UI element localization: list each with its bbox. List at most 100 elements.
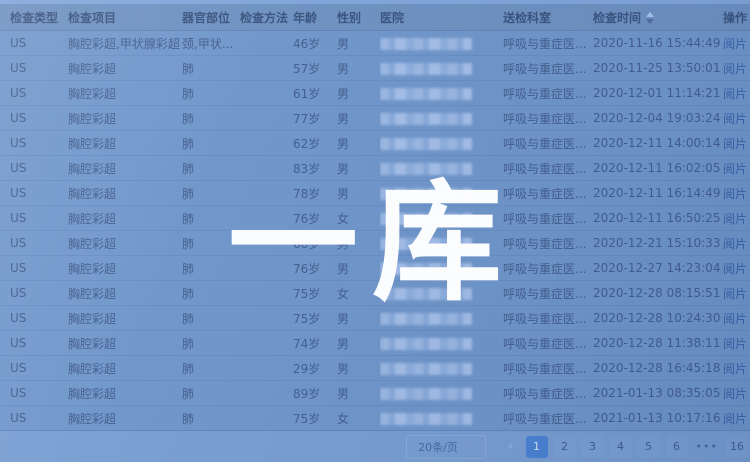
page-button[interactable]: 16 bbox=[726, 436, 748, 458]
page-button[interactable]: 6 bbox=[666, 436, 688, 458]
view-film-link[interactable]: 阅片 bbox=[723, 262, 747, 276]
cell-gender: 男 bbox=[337, 331, 380, 356]
table-row: US 胸腔彩超 肺 57岁 男 呼吸与重症医... 2020-11-25 13:… bbox=[0, 56, 750, 81]
col-header-organ: 器官部位 bbox=[182, 4, 240, 31]
table-row: US 胸腔彩超 肺 76岁 男 呼吸与重症医... 2020-12-27 14:… bbox=[0, 256, 750, 281]
view-film-link[interactable]: 阅片 bbox=[723, 112, 747, 126]
view-film-link[interactable]: 阅片 bbox=[723, 362, 747, 376]
page-button[interactable]: 4 bbox=[610, 436, 632, 458]
cell-exam-type: US bbox=[0, 356, 68, 381]
cell-hospital bbox=[380, 156, 503, 181]
view-film-link[interactable]: 阅片 bbox=[723, 312, 747, 326]
hospital-redacted-blur bbox=[380, 163, 472, 175]
view-film-link[interactable]: 阅片 bbox=[723, 212, 747, 226]
table-row: US 胸腔彩超 肺 66岁 男 呼吸与重症医... 2020-12-21 15:… bbox=[0, 231, 750, 256]
cell-organ: 肺 bbox=[182, 131, 240, 156]
cell-gender: 男 bbox=[337, 231, 380, 256]
cell-organ: 肺 bbox=[182, 281, 240, 306]
cell-hospital bbox=[380, 231, 503, 256]
table-row: US 胸腔彩超 肺 29岁 男 呼吸与重症医... 2020-12-28 16:… bbox=[0, 356, 750, 381]
cell-exam-item: 胸腔彩超 bbox=[68, 331, 182, 356]
cell-exam-time: 2020-11-16 15:44:49 bbox=[593, 31, 723, 56]
pagination-bar: 20条/页 ‹ 1 2 3 4 5 6 ••• 16 bbox=[0, 430, 750, 462]
page-button[interactable]: 2 bbox=[554, 436, 576, 458]
cell-exam-item: 胸腔彩超 bbox=[68, 206, 182, 231]
exam-table: 检查类型 检查项目 器官部位 检查方法 年龄 性别 医院 送检科室 检查时间 操… bbox=[0, 4, 750, 431]
cell-age: 76岁 bbox=[293, 256, 337, 281]
col-header-exam-item: 检查项目 bbox=[68, 4, 182, 31]
page-button[interactable]: ••• bbox=[694, 436, 720, 458]
cell-age: 61岁 bbox=[293, 81, 337, 106]
hospital-redacted-blur bbox=[380, 388, 472, 400]
cell-action: 阅片 bbox=[723, 81, 750, 106]
cell-hospital bbox=[380, 356, 503, 381]
cell-exam-item: 胸腔彩超 bbox=[68, 181, 182, 206]
cell-department: 呼吸与重症医... bbox=[503, 256, 593, 281]
col-header-exam-time[interactable]: 检查时间 bbox=[593, 4, 723, 31]
cell-exam-time: 2020-12-27 14:23:04 bbox=[593, 256, 723, 281]
cell-exam-type: US bbox=[0, 256, 68, 281]
col-header-exam-type: 检查类型 bbox=[0, 4, 68, 31]
hospital-redacted-blur bbox=[380, 138, 472, 150]
view-film-link[interactable]: 阅片 bbox=[723, 62, 747, 76]
cell-exam-item: 胸腔彩超 bbox=[68, 381, 182, 406]
page-size-select[interactable]: 20条/页 bbox=[406, 435, 486, 459]
cell-department: 呼吸与重症医... bbox=[503, 281, 593, 306]
cell-gender: 男 bbox=[337, 306, 380, 331]
cell-action: 阅片 bbox=[723, 206, 750, 231]
cell-age: 75岁 bbox=[293, 406, 337, 431]
cell-action: 阅片 bbox=[723, 31, 750, 56]
table-row: US 胸腔彩超 肺 75岁 男 呼吸与重症医... 2020-12-28 10:… bbox=[0, 306, 750, 331]
page-button[interactable]: 5 bbox=[638, 436, 660, 458]
cell-hospital bbox=[380, 181, 503, 206]
cell-action: 阅片 bbox=[723, 56, 750, 81]
view-film-link[interactable]: 阅片 bbox=[723, 87, 747, 101]
view-film-link[interactable]: 阅片 bbox=[723, 37, 747, 51]
table-row: US 胸腔彩超 肺 76岁 女 呼吸与重症医... 2020-12-11 16:… bbox=[0, 206, 750, 231]
cell-exam-item: 胸腔彩超 bbox=[68, 281, 182, 306]
cell-gender: 男 bbox=[337, 31, 380, 56]
hospital-redacted-blur bbox=[380, 363, 472, 375]
cell-exam-time: 2020-12-28 11:38:11 bbox=[593, 331, 723, 356]
cell-hospital bbox=[380, 406, 503, 431]
cell-action: 阅片 bbox=[723, 156, 750, 181]
cell-exam-type: US bbox=[0, 81, 68, 106]
view-film-link[interactable]: 阅片 bbox=[723, 412, 747, 426]
cell-method bbox=[240, 231, 293, 256]
hospital-redacted-blur bbox=[380, 263, 472, 275]
cell-organ: 肺 bbox=[182, 381, 240, 406]
table-row: US 胸腔彩超 肺 74岁 男 呼吸与重症医... 2020-12-28 11:… bbox=[0, 331, 750, 356]
page-button[interactable]: 1 bbox=[526, 436, 548, 458]
hospital-redacted-blur bbox=[380, 113, 472, 125]
table-body: US 胸腔彩超,甲状腺彩超 颈,甲状... 46岁 男 呼吸与重症医... 20… bbox=[0, 31, 750, 431]
view-film-link[interactable]: 阅片 bbox=[723, 162, 747, 176]
page-button[interactable]: 3 bbox=[582, 436, 604, 458]
page-size-label: 20条/页 bbox=[418, 439, 458, 455]
cell-exam-type: US bbox=[0, 406, 68, 431]
prev-page-button[interactable]: ‹ bbox=[504, 439, 518, 454]
view-film-link[interactable]: 阅片 bbox=[723, 187, 747, 201]
view-film-link[interactable]: 阅片 bbox=[723, 237, 747, 251]
cell-exam-item: 胸腔彩超 bbox=[68, 231, 182, 256]
view-film-link[interactable]: 阅片 bbox=[723, 287, 747, 301]
view-film-link[interactable]: 阅片 bbox=[723, 387, 747, 401]
hospital-redacted-blur bbox=[380, 313, 472, 325]
view-film-link[interactable]: 阅片 bbox=[723, 337, 747, 351]
cell-age: 83岁 bbox=[293, 156, 337, 181]
view-film-link[interactable]: 阅片 bbox=[723, 137, 747, 151]
cell-exam-time: 2020-12-28 16:45:18 bbox=[593, 356, 723, 381]
cell-department: 呼吸与重症医... bbox=[503, 181, 593, 206]
cell-action: 阅片 bbox=[723, 181, 750, 206]
cell-department: 呼吸与重症医... bbox=[503, 56, 593, 81]
col-header-age: 年龄 bbox=[293, 4, 337, 31]
cell-exam-type: US bbox=[0, 331, 68, 356]
col-header-exam-time-label: 检查时间 bbox=[593, 11, 641, 25]
cell-department: 呼吸与重症医... bbox=[503, 156, 593, 181]
cell-method bbox=[240, 81, 293, 106]
cell-exam-time: 2020-12-28 10:24:30 bbox=[593, 306, 723, 331]
cell-organ: 肺 bbox=[182, 231, 240, 256]
cell-organ: 肺 bbox=[182, 256, 240, 281]
cell-hospital bbox=[380, 331, 503, 356]
cell-exam-item: 胸腔彩超 bbox=[68, 406, 182, 431]
cell-exam-type: US bbox=[0, 106, 68, 131]
